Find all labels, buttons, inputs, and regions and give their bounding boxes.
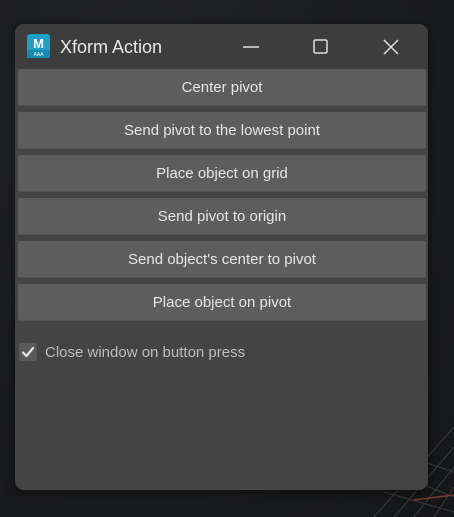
close-button[interactable] <box>368 24 414 69</box>
xform-action-window: M AAA Xform Action Center pivot Send piv… <box>15 24 428 490</box>
maximize-icon <box>313 38 328 54</box>
center-pivot-button[interactable]: Center pivot <box>18 69 426 106</box>
window-title: Xform Action <box>60 37 163 57</box>
place-object-on-grid-button[interactable]: Place object on grid <box>18 155 426 192</box>
send-center-to-pivot-button[interactable]: Send object's center to pivot <box>18 241 426 278</box>
action-button-list: Center pivot Send pivot to the lowest po… <box>18 69 426 327</box>
send-pivot-to-origin-button[interactable]: Send pivot to origin <box>18 198 426 235</box>
close-on-press-option[interactable]: Close window on button press <box>19 342 245 362</box>
close-icon <box>383 38 399 55</box>
title-bar[interactable]: M AAA Xform Action <box>15 24 428 69</box>
minimize-button[interactable] <box>228 24 274 69</box>
svg-text:M: M <box>33 36 44 51</box>
place-object-on-pivot-button[interactable]: Place object on pivot <box>18 284 426 321</box>
send-pivot-lowest-point-button[interactable]: Send pivot to the lowest point <box>18 112 426 149</box>
close-on-press-checkbox[interactable] <box>19 343 37 361</box>
close-on-press-label: Close window on button press <box>45 343 246 361</box>
checkmark-icon <box>21 346 35 358</box>
maya-icon: M AAA <box>27 34 50 58</box>
svg-text:AAA: AAA <box>33 52 44 58</box>
minimize-icon <box>243 45 259 48</box>
maximize-button[interactable] <box>298 24 344 69</box>
